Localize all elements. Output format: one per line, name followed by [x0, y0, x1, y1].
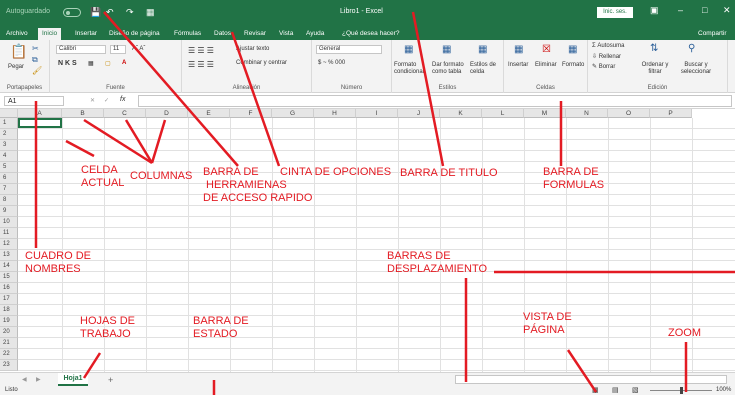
annotation-barra-formulas: BARRA DE FORMULAS [543, 166, 604, 192]
ann-text: VISTA DE PÁGINA [523, 311, 572, 336]
annotation-cinta-opciones: CINTA DE OPCIONES [280, 166, 391, 179]
arrow-col-c [124, 119, 154, 164]
arrow-celda-actual [65, 139, 95, 158]
annotation-columnas: COLUMNAS [130, 170, 192, 183]
arrow-vista [566, 349, 598, 393]
annotation-cuadro-nombres: CUADRO DE NOMBRES [25, 250, 91, 276]
ann-text: CELDA ACTUAL [81, 164, 125, 189]
arrow-hojas [82, 352, 102, 379]
ann-text: CINTA DE OPCIONES [280, 166, 392, 178]
ann-text: ZOOM [668, 327, 701, 339]
annotation-barra-estado: BARRA DE ESTADO [193, 315, 249, 341]
excel-window: Autoguardado 💾 ↶ ↷ ▦ Libro1 - Excel Inic… [0, 0, 735, 395]
annotation-barras-desplazamiento: BARRAS DE DESPLAZAMIENTO [387, 250, 487, 276]
arrow-cinta [230, 31, 281, 167]
annotation-zoom: ZOOM [668, 327, 701, 340]
ann-text: BARRA DE TITULO [400, 167, 498, 179]
arrow-col-d [150, 119, 167, 164]
ann-text: CUADRO DE NOMBRES [25, 250, 92, 275]
ann-text: BARRA DE FORMULAS [543, 166, 605, 191]
arrow-col-b [83, 118, 153, 165]
ann-text: HOJAS DE TRABAJO [80, 315, 136, 340]
ann-text: COLUMNAS [130, 170, 193, 182]
annotation-hojas-trabajo: HOJAS DE TRABAJO [80, 315, 135, 341]
annotation-celda-actual: CELDA ACTUAL [81, 164, 124, 190]
arrow-qat [103, 11, 239, 167]
arrow-titulo [411, 11, 445, 167]
annotation-barra-titulo: BARRA DE TITULO [400, 167, 498, 180]
annotation-vista-pagina: VISTA DE PÁGINA [523, 311, 572, 337]
ann-text: BARRA DE ESTADO [193, 315, 249, 340]
ann-text: BARRAS DE DESPLAZAMIENTO [387, 250, 488, 275]
